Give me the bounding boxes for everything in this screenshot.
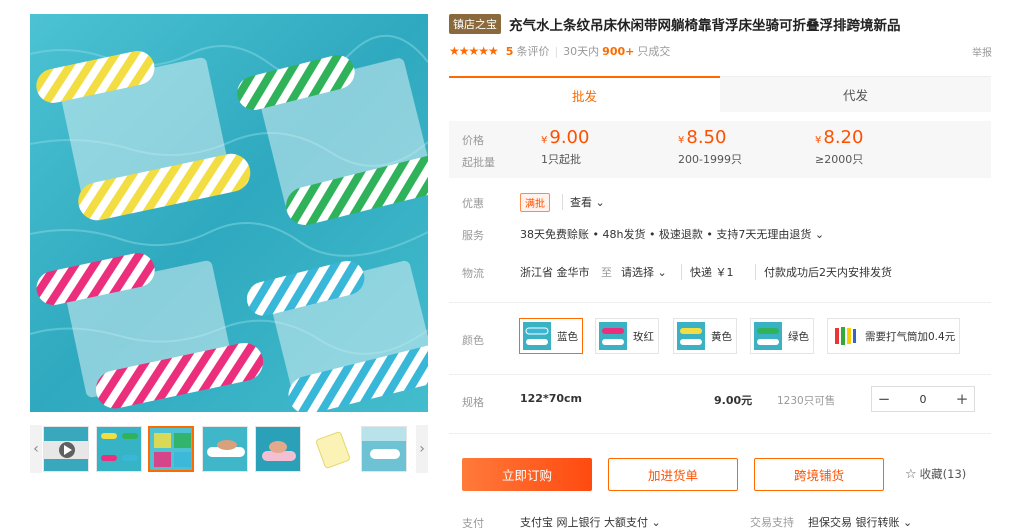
service-text[interactable]: 38天免费赊账 • 48h发货 • 极速退款 • 支持7天无理由退货 ⌄ bbox=[520, 226, 824, 242]
thumbnail-hammock-flat[interactable] bbox=[309, 426, 355, 472]
favorite-label: 收藏(13) bbox=[919, 467, 967, 481]
color-option-rose[interactable]: 玫红 bbox=[595, 318, 659, 354]
color-option-yellow[interactable]: 黄色 bbox=[673, 318, 737, 354]
thumbnail-video[interactable] bbox=[43, 426, 89, 472]
discount-label: 优惠 bbox=[462, 197, 484, 210]
review-count[interactable]: 5 bbox=[506, 45, 514, 58]
thumbnail-model-floating[interactable] bbox=[255, 426, 301, 472]
price-tier-3-qty: ≥2000只 bbox=[815, 153, 864, 166]
color-label: 颜色 bbox=[462, 334, 484, 347]
order-now-button[interactable]: 立即订购 bbox=[462, 458, 592, 491]
main-product-image[interactable] bbox=[30, 14, 428, 412]
product-title: 充气水上条纹吊床休闲带网躺椅靠背浮床坐骑可折叠浮排跨境新品 bbox=[509, 18, 901, 34]
quantity-input[interactable]: 0 bbox=[896, 393, 950, 406]
color-option-with-pump[interactable]: 需要打气筒加0.4元 bbox=[827, 318, 961, 354]
thumbnail-prev-arrow[interactable]: ‹ bbox=[30, 425, 42, 473]
price-tier-1-qty: 1只起批 bbox=[541, 153, 581, 166]
tab-dropship[interactable]: 代发 bbox=[720, 76, 991, 112]
price-tier-3-value: 8.20 bbox=[823, 127, 864, 148]
spec-label: 规格 bbox=[462, 396, 484, 409]
sales-suffix: 只成交 bbox=[637, 45, 671, 58]
thumbnail-hammock-top[interactable] bbox=[148, 426, 194, 472]
price-tier-1-value: 9.00 bbox=[549, 127, 590, 148]
quantity-stepper: − 0 + bbox=[871, 386, 975, 412]
spec-stock: 1230只可售 bbox=[777, 395, 836, 407]
discount-view-link[interactable]: 查看 ⌄ bbox=[562, 194, 605, 210]
price-tier-2: ¥8.50 200-1999只 bbox=[678, 127, 742, 166]
price-tier-2-qty: 200-1999只 bbox=[678, 153, 742, 166]
cross-border-button[interactable]: 跨境铺货 bbox=[754, 458, 884, 491]
divider bbox=[449, 302, 991, 303]
logistics-to: 至 bbox=[601, 266, 612, 279]
add-to-cart-button[interactable]: 加进货单 bbox=[608, 458, 738, 491]
quantity-minus-button[interactable]: − bbox=[872, 387, 896, 411]
price-label: 价格 bbox=[462, 134, 484, 147]
service-label: 服务 bbox=[462, 229, 484, 242]
rating-stars-icon: ★★★★★ bbox=[449, 44, 499, 58]
favorite-button[interactable]: ☆ 收藏(13) bbox=[905, 466, 966, 482]
tab-wholesale[interactable]: 批发 bbox=[449, 76, 720, 112]
divider bbox=[449, 433, 991, 434]
moq-label: 起批量 bbox=[462, 156, 495, 169]
thumbnail-hammock-group[interactable] bbox=[96, 426, 142, 472]
price-box: 价格 起批量 ¥9.00 1只起批 ¥8.50 200-1999只 ¥8.20 … bbox=[449, 121, 991, 178]
logistics-shipping-note: 付款成功后2天内安排发货 bbox=[755, 264, 892, 280]
thumbnail-next-arrow[interactable]: › bbox=[416, 425, 428, 473]
rating-row: ★★★★★ 5 条评价 | 30天内 900+ 只成交 bbox=[449, 43, 671, 59]
purchase-mode-tabs: 批发 代发 bbox=[449, 76, 991, 112]
color-option-blue[interactable]: 蓝色 bbox=[519, 318, 583, 354]
price-tier-1: ¥9.00 1只起批 bbox=[541, 127, 590, 166]
price-tier-3: ¥8.20 ≥2000只 bbox=[815, 127, 864, 166]
spec-size: 122*70cm bbox=[520, 392, 583, 405]
trade-support-methods[interactable]: 担保交易 银行转账 ⌄ bbox=[808, 514, 912, 528]
discount-badge: 满批 bbox=[520, 193, 550, 212]
spec-price: 9.00元 bbox=[714, 394, 753, 407]
sales-period: 30天内 bbox=[563, 45, 600, 58]
shop-tag-badge: 镇店之宝 bbox=[449, 14, 501, 34]
payment-methods[interactable]: 支付宝 网上银行 大额支付 ⌄ bbox=[520, 514, 661, 528]
price-tier-2-value: 8.50 bbox=[686, 127, 727, 148]
color-option-green[interactable]: 绿色 bbox=[750, 318, 814, 354]
logistics-express-fee: 快递 ￥1 bbox=[681, 264, 734, 280]
divider bbox=[449, 374, 991, 375]
payment-label: 支付 bbox=[462, 517, 484, 528]
logistics-origin: 浙江省 金华市 bbox=[520, 266, 590, 279]
review-suffix[interactable]: 条评价 bbox=[516, 43, 549, 59]
quantity-plus-button[interactable]: + bbox=[950, 387, 974, 411]
trade-support-label: 交易支持 bbox=[750, 516, 794, 528]
sales-count: 900+ bbox=[602, 44, 635, 58]
title-row: 镇店之宝 充气水上条纹吊床休闲带网躺椅靠背浮床坐骑可折叠浮排跨境新品 bbox=[449, 14, 901, 34]
thumbnail-pool-scene[interactable] bbox=[361, 426, 407, 472]
logistics-label: 物流 bbox=[462, 267, 484, 280]
star-icon: ☆ bbox=[905, 467, 917, 482]
logistics-destination-select[interactable]: 请选择 ⌄ bbox=[621, 264, 667, 280]
report-link[interactable]: 举报 bbox=[972, 44, 992, 59]
thumbnail-strip: ‹ › bbox=[30, 425, 428, 475]
thumbnail-model-on-hammock[interactable] bbox=[202, 426, 248, 472]
